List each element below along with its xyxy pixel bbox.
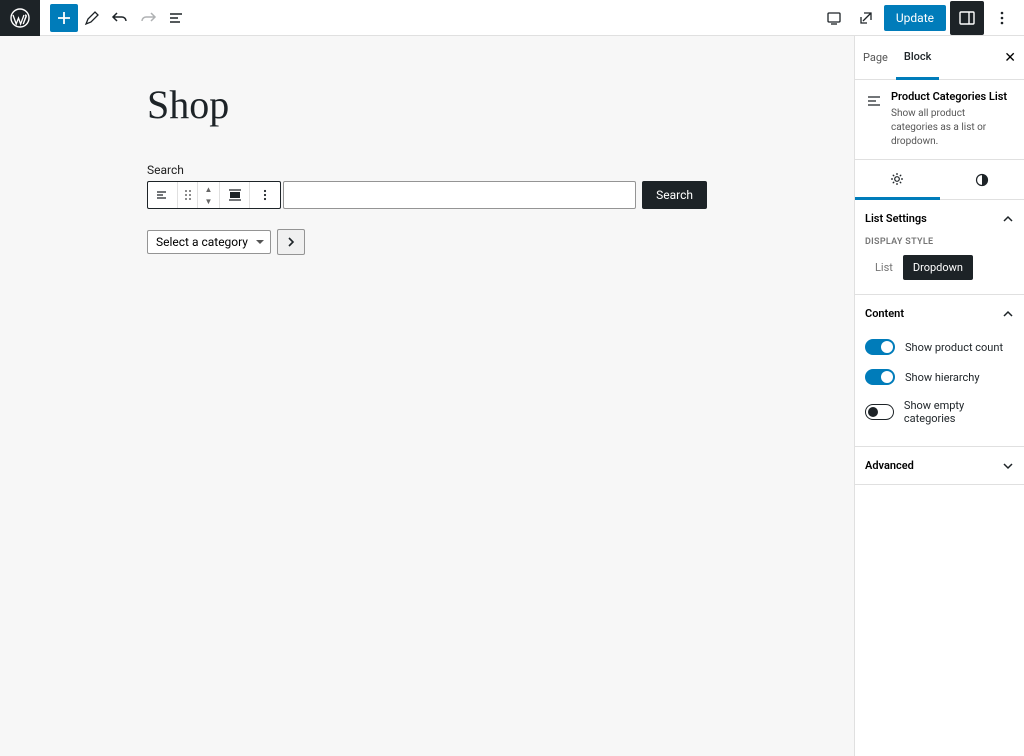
chevron-up-icon [1002, 308, 1014, 320]
add-block-button[interactable] [50, 4, 78, 32]
category-go-button[interactable] [277, 229, 305, 255]
styles-tab[interactable] [940, 160, 1024, 199]
advanced-panel-title: Advanced [865, 459, 914, 472]
toggle-show-hierarchy[interactable] [865, 369, 895, 385]
page-title[interactable]: Shop [147, 81, 707, 128]
settings-sidebar: Page Block ✕ Product Categories List Sho… [854, 36, 1024, 756]
content-panel-title: Content [865, 307, 904, 320]
sidebar-toggle-button[interactable] [950, 1, 984, 35]
toggle-label: Show product count [905, 341, 1003, 354]
block-info-description: Show all product categories as a list or… [891, 107, 1014, 149]
category-select[interactable]: Select a category [147, 230, 271, 254]
editor-canvas[interactable]: Shop Search ▲ ▼ [0, 36, 854, 756]
block-more-button[interactable] [250, 182, 280, 208]
search-button[interactable]: Search [642, 181, 707, 209]
tab-block[interactable]: Block [896, 37, 939, 80]
toggle-label: Show empty categories [904, 399, 1014, 425]
redo-button[interactable] [134, 0, 162, 36]
list-settings-panel-header[interactable]: List Settings [855, 200, 1024, 237]
chevron-up-icon [1002, 213, 1014, 225]
search-label: Search [147, 163, 707, 177]
edit-mode-button[interactable] [78, 0, 106, 36]
display-style-dropdown[interactable]: Dropdown [903, 255, 973, 280]
block-info-title: Product Categories List [891, 90, 1014, 103]
close-sidebar-button[interactable]: ✕ [1004, 50, 1016, 66]
drag-handle[interactable] [178, 182, 198, 208]
move-down-button[interactable]: ▼ [198, 195, 219, 207]
move-up-button[interactable]: ▲ [198, 183, 219, 195]
search-input[interactable] [283, 181, 636, 209]
gear-icon [889, 171, 905, 187]
undo-button[interactable] [106, 0, 134, 36]
view-button[interactable] [820, 0, 848, 36]
toggle-show-product-count[interactable] [865, 339, 895, 355]
toggle-label: Show hierarchy [905, 371, 980, 384]
settings-tab[interactable] [855, 160, 940, 200]
more-options-button[interactable] [988, 0, 1016, 36]
block-type-button[interactable] [148, 182, 178, 208]
block-toolbar: ▲ ▼ [147, 181, 281, 209]
display-style-list[interactable]: List [865, 255, 903, 280]
display-style-label: Display Style [865, 237, 1014, 247]
advanced-panel-header[interactable]: Advanced [855, 447, 1024, 484]
align-button[interactable] [220, 182, 250, 208]
list-settings-title: List Settings [865, 212, 927, 225]
toggle-show-empty[interactable] [865, 404, 894, 420]
update-button[interactable]: Update [884, 5, 946, 31]
preview-external-button[interactable] [852, 0, 880, 36]
tab-page[interactable]: Page [855, 36, 896, 79]
document-overview-button[interactable] [162, 0, 190, 36]
wordpress-logo[interactable] [0, 0, 40, 36]
contrast-icon [974, 172, 990, 188]
block-icon [865, 90, 883, 149]
top-toolbar: Update [0, 0, 1024, 36]
chevron-down-icon [1002, 460, 1014, 472]
content-panel-header[interactable]: Content [855, 295, 1024, 332]
